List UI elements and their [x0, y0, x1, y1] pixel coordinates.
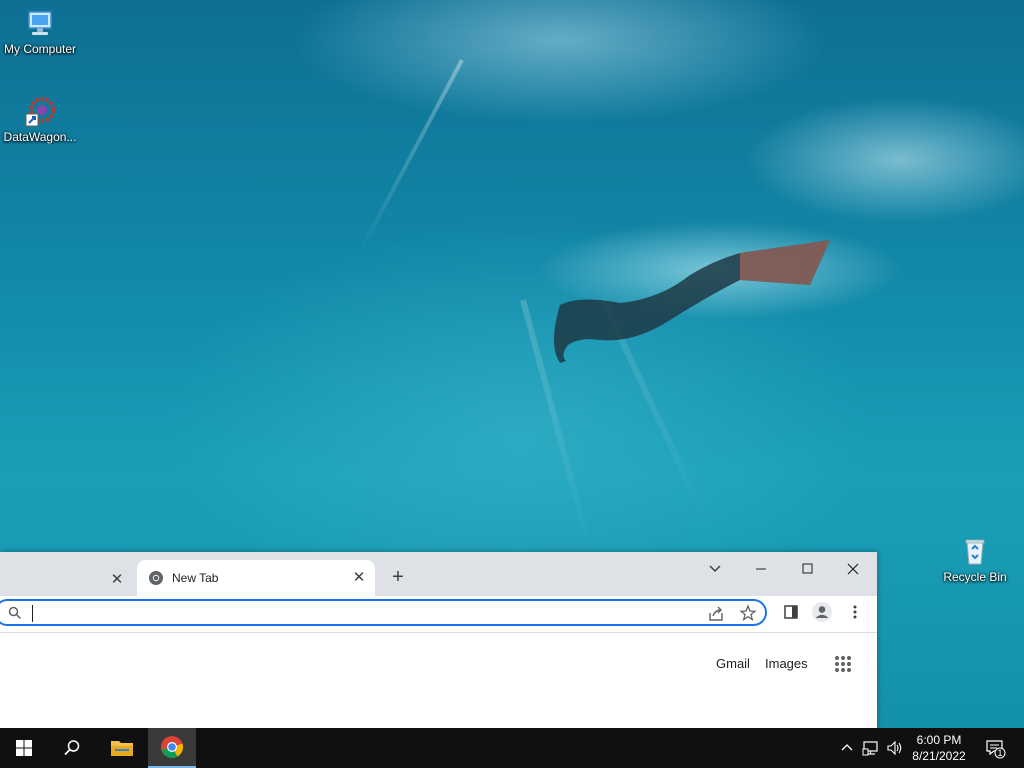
network-button[interactable]: [861, 728, 881, 768]
light-ray: [356, 59, 464, 256]
desktop-icon-my-computer[interactable]: My Computer: [0, 8, 80, 56]
show-hidden-icons-button[interactable]: [838, 728, 856, 768]
chrome-icon: [149, 571, 163, 585]
new-tab-page: [0, 633, 877, 728]
desktop-icon-datawagon[interactable]: DataWagon...: [0, 96, 80, 144]
start-button[interactable]: [0, 728, 48, 768]
datawagon-shortcut-icon: [25, 97, 55, 127]
browser-toolbar: [0, 596, 877, 633]
text-cursor: [32, 605, 33, 622]
close-icon[interactable]: ✕: [107, 570, 127, 590]
clock-date: 8/21/2022: [912, 749, 966, 763]
clock[interactable]: 6:00 PM 8/21/2022: [902, 732, 976, 764]
new-tab-button[interactable]: +: [386, 566, 410, 590]
share-icon[interactable]: [707, 605, 725, 623]
tab-strip: ✕ New Tab ✕ +: [0, 552, 877, 596]
notification-count: 1: [997, 748, 1003, 758]
window-close-button[interactable]: [832, 556, 874, 582]
file-explorer-button[interactable]: [98, 728, 146, 768]
diver-figure: [554, 240, 830, 363]
taskbar: 6:00 PM 8/21/2022 1: [0, 728, 1024, 768]
desktop-icon-label: My Computer: [3, 42, 77, 56]
close-icon: [847, 563, 859, 575]
close-icon[interactable]: ✕: [349, 568, 369, 588]
chrome-window: ✕ New Tab ✕ + Gmail Images: [0, 552, 877, 728]
chrome-taskbar-button[interactable]: [148, 728, 196, 768]
taskbar-search-button[interactable]: [48, 728, 96, 768]
profile-avatar-icon[interactable]: [811, 601, 833, 623]
network-icon: [862, 741, 878, 756]
chrome-icon: [161, 736, 184, 758]
desktop-icon-label: Recycle Bin: [943, 570, 1007, 584]
desktop-icon-recycle-bin[interactable]: Recycle Bin: [935, 536, 1015, 584]
gmail-link[interactable]: Gmail: [716, 656, 750, 671]
minimize-button[interactable]: [740, 556, 782, 582]
tab-search-button[interactable]: [694, 556, 736, 582]
tab-new-tab[interactable]: New Tab ✕: [137, 560, 375, 596]
chevron-down-icon: [709, 565, 721, 573]
bookmark-star-icon[interactable]: [739, 604, 757, 622]
windows-start-icon: [16, 740, 32, 756]
tab-inactive[interactable]: ✕: [0, 564, 133, 596]
minimize-icon: [756, 568, 766, 570]
google-apps-icon[interactable]: [834, 655, 852, 673]
action-center-button[interactable]: 1: [980, 728, 1010, 768]
recycle-bin-icon: [965, 539, 985, 565]
search-icon: [8, 606, 22, 620]
address-bar[interactable]: [0, 599, 767, 626]
computer-icon: [28, 11, 52, 35]
maximize-icon: [802, 563, 813, 574]
clock-time: 6:00 PM: [916, 733, 962, 747]
maximize-button[interactable]: [786, 556, 828, 582]
side-panel-icon[interactable]: [782, 603, 800, 621]
search-icon: [64, 740, 80, 756]
more-menu-icon[interactable]: [846, 603, 864, 621]
desktop-icon-label: DataWagon...: [3, 130, 77, 144]
tab-title: New Tab: [172, 571, 219, 585]
chevron-up-icon: [841, 744, 853, 751]
file-explorer-icon: [111, 741, 133, 756]
images-link[interactable]: Images: [765, 656, 808, 671]
